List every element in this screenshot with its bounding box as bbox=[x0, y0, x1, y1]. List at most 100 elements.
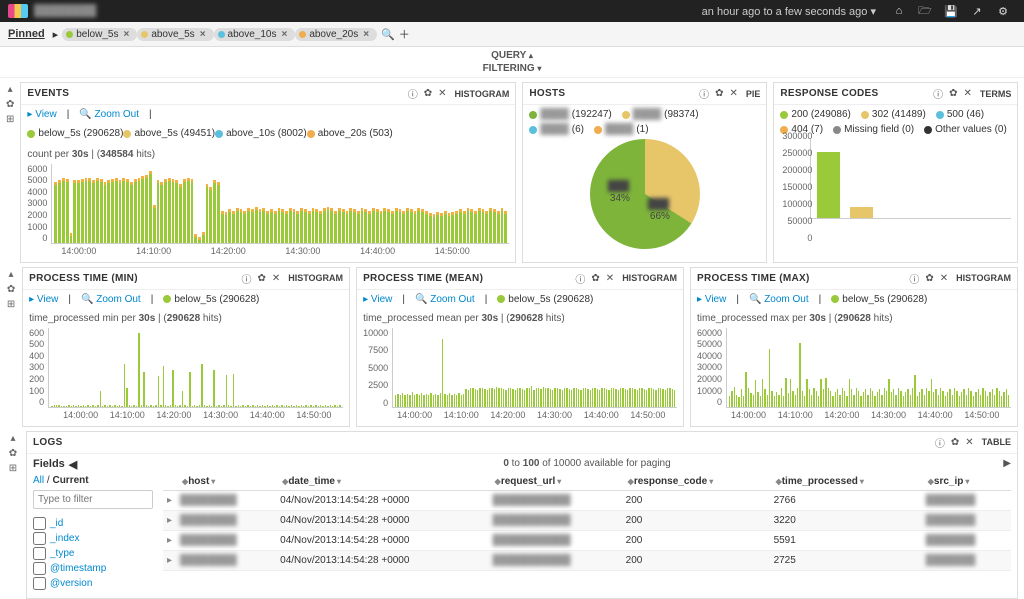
legend-item[interactable]: ████ (1) bbox=[594, 124, 649, 135]
query-tag[interactable]: below_5s× bbox=[62, 28, 137, 41]
col-time_processed[interactable]: ◆time_processed▾ bbox=[770, 473, 922, 491]
legend-item[interactable]: above_5s (49451) bbox=[123, 128, 215, 139]
gear-icon[interactable]: ✿ bbox=[925, 273, 933, 284]
field-checkbox[interactable]: _type bbox=[33, 547, 153, 560]
row-add-icon[interactable]: ⊞ bbox=[6, 114, 14, 125]
legend-item[interactable]: 200 (249086) bbox=[780, 109, 851, 120]
info-icon[interactable]: ⓘ bbox=[933, 86, 943, 101]
legend-item[interactable]: ████ (192247) bbox=[529, 109, 611, 120]
close-icon[interactable]: ✕ bbox=[964, 88, 972, 99]
info-icon[interactable]: ⓘ bbox=[575, 271, 585, 286]
row-collapse-icon[interactable]: ▴ bbox=[8, 84, 13, 95]
timepicker[interactable]: an hour ago to a few seconds ago ▾ bbox=[702, 5, 876, 18]
add-query-icon[interactable]: ＋ bbox=[399, 26, 410, 42]
hosts-pie[interactable]: ███ 34% ███ 66% bbox=[590, 139, 700, 249]
home-icon[interactable]: ⌂ bbox=[892, 4, 906, 18]
gear-icon[interactable]: ✿ bbox=[715, 88, 723, 99]
gear-icon[interactable]: ✿ bbox=[257, 273, 265, 284]
field-checkbox[interactable]: @version bbox=[33, 577, 153, 590]
row-collapse-icon[interactable]: ▴ bbox=[9, 269, 14, 280]
expand-row-icon[interactable]: ▸ bbox=[163, 550, 176, 570]
folder-open-icon[interactable]: 🗁 bbox=[918, 4, 932, 18]
legend-item[interactable]: Other values (0) bbox=[924, 124, 1007, 135]
legend-item[interactable]: 500 (46) bbox=[936, 109, 984, 120]
row-gear-icon[interactable]: ✿ bbox=[9, 448, 17, 459]
zoom-out-link[interactable]: 🔍 Zoom Out bbox=[79, 109, 139, 120]
remove-tag-icon[interactable]: × bbox=[281, 29, 287, 40]
expand-row-icon[interactable]: ▸ bbox=[163, 490, 176, 510]
search-icon[interactable]: 🔍 bbox=[381, 28, 395, 41]
legend-item[interactable]: 302 (41489) bbox=[861, 109, 926, 120]
close-icon[interactable]: ✕ bbox=[940, 273, 948, 284]
pt-min-chart[interactable] bbox=[48, 328, 343, 408]
col-response_code[interactable]: ◆response_code▾ bbox=[622, 473, 770, 491]
col-src_ip[interactable]: ◆src_ip▾ bbox=[922, 473, 1011, 491]
col-date_time[interactable]: ◆date_time▾ bbox=[276, 473, 489, 491]
settings-gear-icon[interactable]: ⚙ bbox=[996, 4, 1010, 18]
info-icon[interactable]: ⓘ bbox=[699, 86, 709, 101]
legend-item[interactable]: above_10s (8002) bbox=[215, 128, 307, 139]
legend-item[interactable]: ████ (98374) bbox=[622, 109, 699, 120]
fields-filter-input[interactable] bbox=[33, 490, 153, 509]
info-icon[interactable]: ⓘ bbox=[909, 271, 919, 286]
close-icon[interactable]: ✕ bbox=[438, 88, 446, 99]
row-add-icon[interactable]: ⊞ bbox=[9, 463, 17, 474]
zoom-out-link[interactable]: 🔍 Zoom Out bbox=[749, 294, 809, 305]
expand-row-icon[interactable]: ▸ bbox=[163, 530, 176, 550]
zoom-out-link[interactable]: 🔍 Zoom Out bbox=[415, 294, 475, 305]
gear-icon[interactable]: ✿ bbox=[424, 88, 432, 99]
remove-tag-icon[interactable]: × bbox=[200, 29, 206, 40]
gear-icon[interactable]: ✿ bbox=[591, 273, 599, 284]
legend-item[interactable]: below_5s (290628) bbox=[27, 128, 123, 139]
pt-max-chart[interactable] bbox=[726, 328, 1011, 408]
remove-tag-icon[interactable]: × bbox=[123, 29, 129, 40]
field-checkbox[interactable]: _index bbox=[33, 532, 153, 545]
zoom-out-link[interactable]: 🔍 Zoom Out bbox=[81, 294, 141, 305]
fields-all-link[interactable]: All bbox=[33, 475, 44, 486]
save-icon[interactable]: 💾 bbox=[944, 4, 958, 18]
row-collapse-icon[interactable]: ▴ bbox=[10, 433, 15, 444]
col-host[interactable]: ◆host▾ bbox=[176, 473, 276, 491]
pinned-caret-icon[interactable]: ▸ bbox=[53, 28, 59, 41]
row-2: ▴ ✿ ⊞ PROCESS TIME (MIN)ⓘ✿✕HISTOGRAM ▸ V… bbox=[0, 263, 1024, 427]
response-codes-chart[interactable] bbox=[810, 139, 1011, 219]
filtering-toggle[interactable]: FILTERING ▾ bbox=[0, 62, 1024, 75]
view-link[interactable]: ▸ View bbox=[27, 109, 56, 120]
query-tag[interactable]: above_10s× bbox=[214, 28, 296, 41]
events-chart[interactable] bbox=[51, 164, 509, 244]
field-checkbox[interactable]: _id bbox=[33, 517, 153, 530]
close-icon[interactable]: ✕ bbox=[729, 88, 737, 99]
table-row[interactable]: ▸████████04/Nov/2013:14:54:28 +0000█████… bbox=[163, 510, 1011, 530]
close-icon[interactable]: ✕ bbox=[965, 437, 973, 448]
col-request_url[interactable]: ◆request_url▾ bbox=[489, 473, 622, 491]
legend-item[interactable]: above_20s (503) bbox=[307, 128, 393, 139]
view-link[interactable]: ▸ View bbox=[363, 294, 392, 305]
query-toggle[interactable]: QUERY ▴ bbox=[0, 49, 1024, 62]
remove-tag-icon[interactable]: × bbox=[363, 29, 369, 40]
view-link[interactable]: ▸ View bbox=[29, 294, 58, 305]
row-add-icon[interactable]: ⊞ bbox=[7, 299, 15, 310]
info-icon[interactable]: ⓘ bbox=[935, 435, 945, 450]
table-row[interactable]: ▸████████04/Nov/2013:14:54:28 +0000█████… bbox=[163, 490, 1011, 510]
row-gear-icon[interactable]: ✿ bbox=[6, 99, 14, 110]
view-link[interactable]: ▸ View bbox=[697, 294, 726, 305]
gear-icon[interactable]: ✿ bbox=[949, 88, 957, 99]
pt-mean-chart[interactable] bbox=[392, 328, 677, 408]
expand-row-icon[interactable]: ▸ bbox=[163, 510, 176, 530]
legend-item[interactable]: ████ (6) bbox=[529, 124, 584, 135]
query-tag[interactable]: above_5s× bbox=[137, 28, 213, 41]
close-icon[interactable]: ✕ bbox=[272, 273, 280, 284]
table-row[interactable]: ▸████████04/Nov/2013:14:54:28 +0000█████… bbox=[163, 550, 1011, 570]
field-checkbox[interactable]: @timestamp bbox=[33, 562, 153, 575]
legend-item[interactable]: Missing field (0) bbox=[833, 124, 914, 135]
gear-icon[interactable]: ✿ bbox=[951, 437, 959, 448]
info-icon[interactable]: ⓘ bbox=[241, 271, 251, 286]
chevron-left-icon[interactable]: ◀ bbox=[69, 458, 77, 471]
pager-next-icon[interactable]: ▶ bbox=[1003, 458, 1011, 469]
info-icon[interactable]: ⓘ bbox=[408, 86, 418, 101]
row-gear-icon[interactable]: ✿ bbox=[7, 284, 15, 295]
close-icon[interactable]: ✕ bbox=[606, 273, 614, 284]
query-tag[interactable]: above_20s× bbox=[295, 28, 377, 41]
table-row[interactable]: ▸████████04/Nov/2013:14:54:28 +0000█████… bbox=[163, 530, 1011, 550]
share-icon[interactable]: ↗ bbox=[970, 4, 984, 18]
